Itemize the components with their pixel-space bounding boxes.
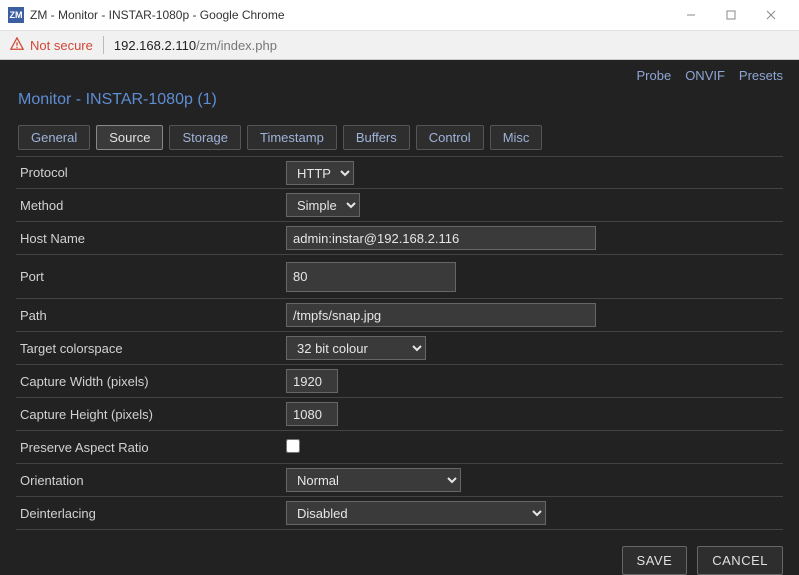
select-orientation[interactable]: Normal [286,468,461,492]
close-button[interactable] [751,0,791,30]
url[interactable]: 192.168.2.110/zm/index.php [114,38,277,53]
checkbox-preserve-aspect[interactable] [286,439,300,453]
input-capture-width[interactable] [286,369,338,393]
tab-general[interactable]: General [18,125,90,150]
save-button[interactable]: SAVE [622,546,688,575]
maximize-button[interactable] [711,0,751,30]
row-path: Path [16,299,783,332]
addressbar-divider [103,36,104,54]
row-method: Method Simple [16,189,783,222]
input-path[interactable] [286,303,596,327]
select-colorspace[interactable]: 32 bit colour [286,336,426,360]
tab-misc[interactable]: Misc [490,125,543,150]
bottom-actions: SAVE CANCEL [0,530,799,575]
page-title: Monitor - INSTAR-1080p (1) [0,87,799,125]
page-content: Probe ONVIF Presets Monitor - INSTAR-108… [0,60,799,575]
label-orientation: Orientation [16,473,286,488]
window-titlebar: ZM ZM - Monitor - INSTAR-1080p - Google … [0,0,799,30]
url-host: 192.168.2.110 [114,38,196,53]
tab-buffers[interactable]: Buffers [343,125,410,150]
row-colorspace: Target colorspace 32 bit colour [16,332,783,365]
row-capture-height: Capture Height (pixels) [16,398,783,431]
tab-storage[interactable]: Storage [169,125,241,150]
row-preserve-aspect: Preserve Aspect Ratio [16,431,783,464]
row-deinterlacing: Deinterlacing Disabled [16,497,783,530]
label-protocol: Protocol [16,165,286,180]
label-port: Port [16,269,286,284]
label-preserve-aspect: Preserve Aspect Ratio [16,440,286,455]
warning-icon [10,37,24,54]
input-capture-height[interactable] [286,402,338,426]
label-path: Path [16,308,286,323]
tabs: General Source Storage Timestamp Buffers… [0,125,799,156]
window-title: ZM - Monitor - INSTAR-1080p - Google Chr… [30,8,285,22]
url-path: /zm/index.php [196,38,277,53]
row-port: Port [16,255,783,299]
onvif-link[interactable]: ONVIF [685,68,725,83]
not-secure-label: Not secure [30,38,93,53]
tab-source[interactable]: Source [96,125,163,150]
label-method: Method [16,198,286,213]
probe-link[interactable]: Probe [636,68,671,83]
minimize-button[interactable] [671,0,711,30]
tab-control[interactable]: Control [416,125,484,150]
input-port[interactable] [286,262,456,292]
cancel-button[interactable]: CANCEL [697,546,783,575]
row-hostname: Host Name [16,222,783,255]
input-hostname[interactable] [286,226,596,250]
label-capture-height: Capture Height (pixels) [16,407,286,422]
select-deinterlacing[interactable]: Disabled [286,501,546,525]
select-protocol[interactable]: HTTP [286,161,354,185]
label-hostname: Host Name [16,231,286,246]
top-links: Probe ONVIF Presets [0,60,799,87]
select-method[interactable]: Simple [286,193,360,217]
presets-link[interactable]: Presets [739,68,783,83]
label-capture-width: Capture Width (pixels) [16,374,286,389]
row-capture-width: Capture Width (pixels) [16,365,783,398]
label-colorspace: Target colorspace [16,341,286,356]
row-protocol: Protocol HTTP [16,156,783,189]
row-orientation: Orientation Normal [16,464,783,497]
label-deinterlacing: Deinterlacing [16,506,286,521]
tab-timestamp[interactable]: Timestamp [247,125,337,150]
form: Protocol HTTP Method Simple Host Name Po… [0,156,799,530]
address-bar: Not secure 192.168.2.110/zm/index.php [0,30,799,60]
app-icon: ZM [8,7,24,23]
